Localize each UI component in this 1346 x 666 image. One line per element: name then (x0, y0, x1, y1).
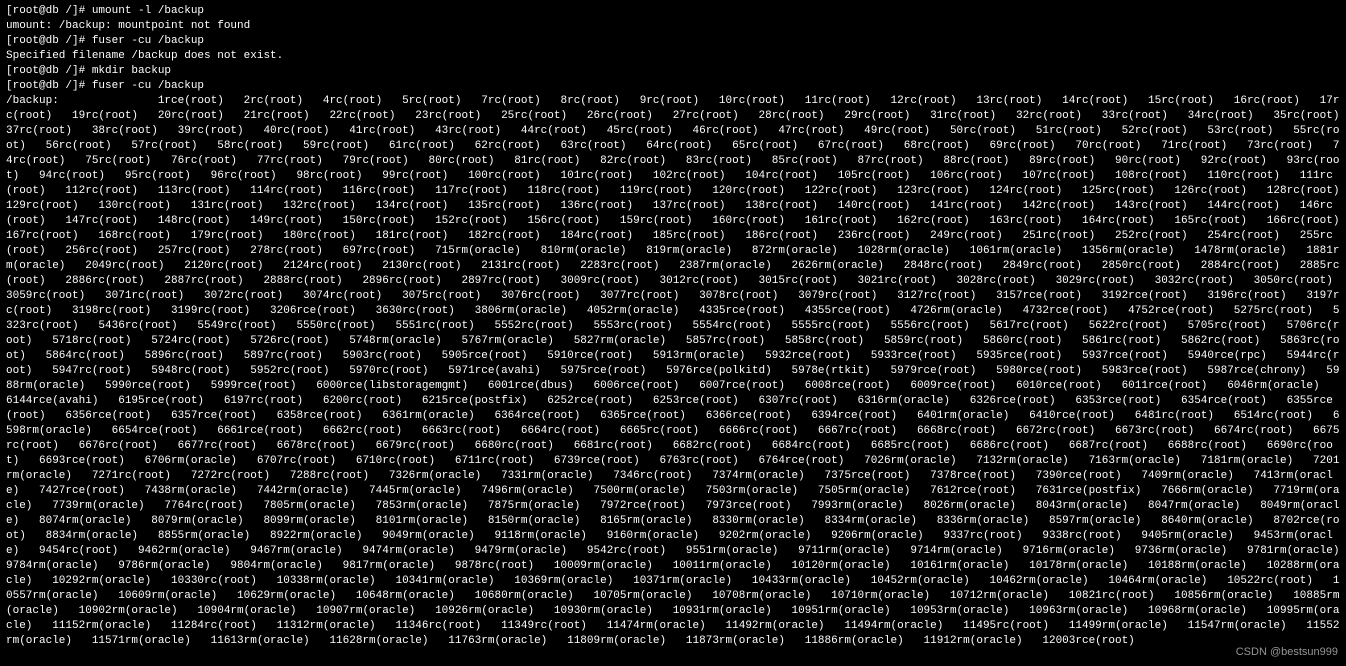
terminal-output: [root@db /]# umount -l /backup umount: /… (0, 0, 1346, 653)
watermark: CSDN @bestsun999 (1236, 645, 1338, 660)
